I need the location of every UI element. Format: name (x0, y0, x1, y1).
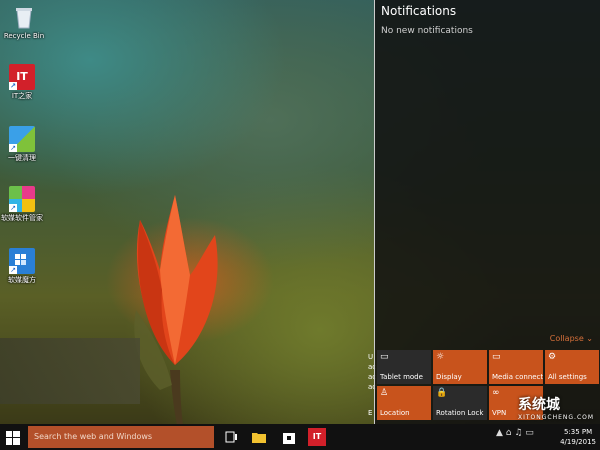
display-icon: ☼ (436, 352, 445, 362)
system-tray[interactable]: ▲ ⌂ ♫ ▭ (496, 428, 534, 438)
search-input[interactable]: Search the web and Windows (28, 426, 214, 448)
desktop-icon-label: 软媒魔方 (8, 276, 36, 284)
file-explorer-icon (252, 433, 266, 443)
watermark-brand: 系统城 (518, 397, 560, 413)
background-window-fragment (0, 338, 140, 404)
desktop-icon-label: Recycle Bin (3, 32, 45, 40)
shortcut-arrow-icon: ↗ (9, 144, 17, 152)
clock[interactable]: 5:35 PM 4/19/2015 (560, 427, 596, 447)
store-button[interactable] (280, 428, 298, 446)
desktop-icon-label: 一键清理 (8, 154, 36, 162)
software-manager-icon: ↗ (9, 186, 35, 212)
clock-date: 4/19/2015 (560, 438, 596, 446)
task-view-button[interactable] (222, 428, 240, 446)
chevron-down-icon: ⌄ (586, 334, 593, 343)
quick-action-label: Tablet mode (380, 373, 423, 381)
rotation-lock-icon: 🔒 (436, 388, 448, 398)
quick-action-label: Rotation Lock (436, 409, 484, 417)
start-button[interactable] (6, 430, 20, 445)
tray-icons: ▲ ⌂ ♫ ▭ (496, 428, 534, 438)
ithome-app-button[interactable]: IT (308, 428, 326, 446)
desktop-icon-label: 软媒软件管家 (1, 214, 43, 222)
shortcut-arrow-icon: ↗ (9, 204, 17, 212)
desktop-icon-cleanup[interactable]: ↗ 一键清理 (0, 126, 44, 163)
media-connect-icon: ▭ (492, 352, 501, 362)
store-icon (283, 433, 295, 444)
quick-action-media-connect[interactable]: ▭ Media connect (489, 350, 543, 384)
quick-action-tablet-mode[interactable]: ▭ Tablet mode (377, 350, 431, 384)
collapse-label: Collapse (549, 334, 584, 343)
quick-action-label: Media connect (492, 373, 544, 381)
recycle-bin-icon (11, 4, 37, 30)
shortcut-arrow-icon: ↗ (9, 266, 17, 274)
tablet-mode-icon: ▭ (380, 352, 389, 362)
cleanup-icon: ↗ (9, 126, 35, 152)
task-view-icon (225, 431, 237, 443)
notifications-title: Notifications (381, 4, 457, 18)
location-icon: ♙ (380, 388, 389, 398)
watermark-logo: 系统城 XITONGCHENG.COM (478, 388, 600, 428)
rubik-icon: ↗ (9, 248, 35, 274)
quick-action-label: All settings (548, 373, 587, 381)
windows-logo-icon (6, 431, 20, 445)
ithome-app-icon: IT (312, 432, 322, 441)
quick-action-settings[interactable]: ⚙ All settings (545, 350, 599, 384)
desktop-icon-software-manager[interactable]: ↗ 软媒软件管家 (0, 186, 44, 223)
action-center-panel: Notifications No new notifications Colla… (374, 0, 600, 424)
quick-action-label: Location (380, 409, 410, 417)
search-placeholder: Search the web and Windows (34, 432, 153, 441)
desktop-icon-rubik[interactable]: ↗ 软媒魔方 (0, 248, 44, 285)
settings-icon: ⚙ (548, 352, 557, 362)
watermark-site: XITONGCHENG.COM (518, 414, 595, 421)
no-notifications-text: No new notifications (381, 26, 473, 36)
desktop-icon-label: IT之家 (11, 92, 33, 100)
quick-action-location[interactable]: ♙ Location (377, 386, 431, 420)
shortcut-arrow-icon: ↗ (9, 82, 17, 90)
quick-action-label: Display (436, 373, 462, 381)
collapse-button[interactable]: Collapse ⌄ (550, 334, 593, 343)
ithome-icon: IT ↗ (9, 64, 35, 90)
clock-time: 5:35 PM (563, 428, 593, 436)
quick-action-display[interactable]: ☼ Display (433, 350, 487, 384)
file-explorer-button[interactable] (250, 428, 268, 446)
desktop-icon-ithome[interactable]: IT ↗ IT之家 (0, 64, 44, 101)
desktop-icon-recycle-bin[interactable]: Recycle Bin (2, 4, 46, 41)
